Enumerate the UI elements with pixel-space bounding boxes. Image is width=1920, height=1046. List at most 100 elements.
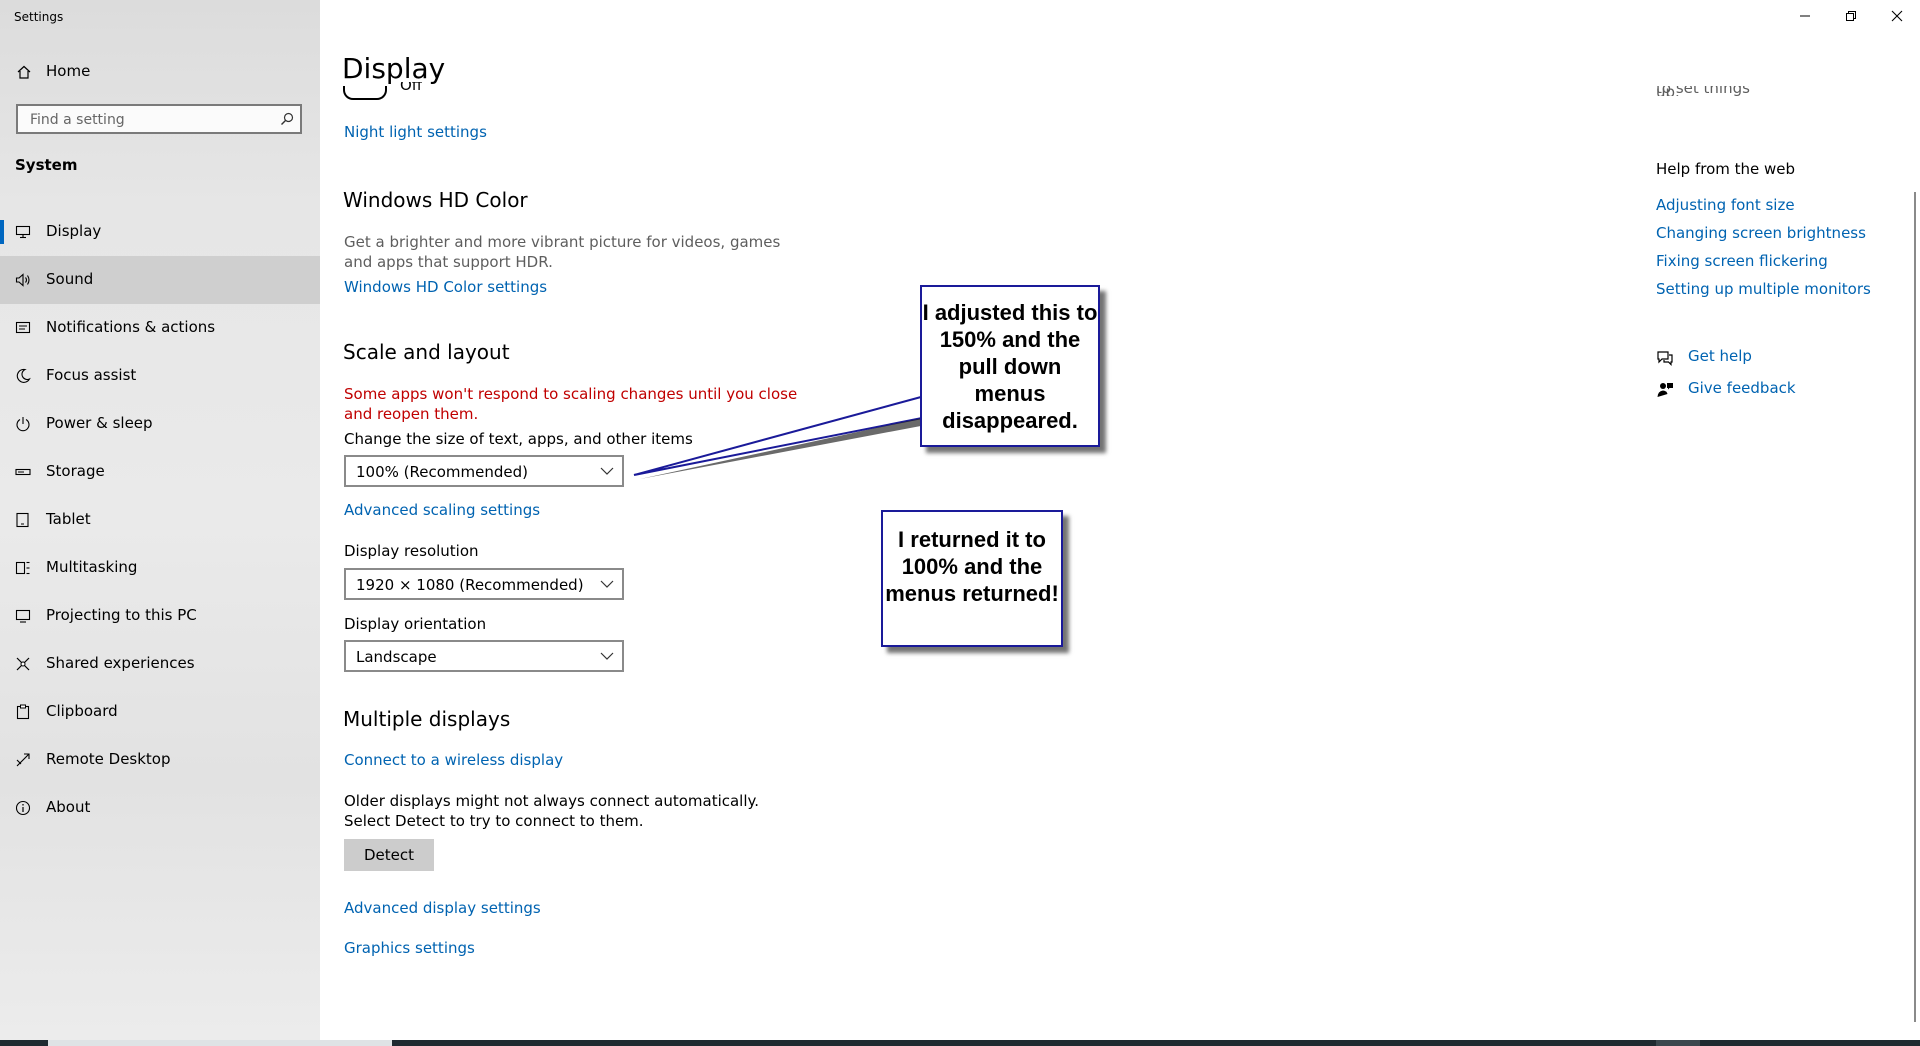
orientation-dropdown-value: Landscape <box>356 648 437 666</box>
callout-1-text: I adjusted this to 150% and the pull dow… <box>922 300 1098 433</box>
resolution-dropdown[interactable]: 1920 × 1080 (Recommended) <box>344 568 624 600</box>
sidebar-home[interactable]: Home <box>0 56 320 88</box>
hd-color-description: Get a brighter and more vibrant picture … <box>344 233 781 271</box>
clipboard-icon <box>16 704 30 720</box>
minimize-button[interactable] <box>1782 0 1828 32</box>
chevron-down-icon <box>600 652 614 660</box>
callout-2-text: I returned it to 100% and the menus retu… <box>885 527 1059 606</box>
multitasking-icon <box>15 561 30 575</box>
search-input[interactable] <box>28 110 272 130</box>
help-link-flickering[interactable]: Fixing screen flickering <box>1656 252 1828 270</box>
scrollbar[interactable] <box>1914 192 1916 1022</box>
help-link-multiple-monitors[interactable]: Setting up multiple monitors <box>1656 280 1871 298</box>
power-icon <box>16 417 30 432</box>
sidebar-nav: Display Sound Notifications & actions Fo… <box>0 208 320 832</box>
page-title: Display <box>342 52 446 85</box>
scale-layout-heading: Scale and layout <box>343 340 510 364</box>
get-help-action[interactable]: Get help <box>1656 347 1856 369</box>
sidebar-item-power-sleep[interactable]: Power & sleep <box>0 400 320 448</box>
sidebar-item-label: Power & sleep <box>46 414 153 432</box>
sidebar-item-notifications[interactable]: Notifications & actions <box>0 304 320 352</box>
orientation-dropdown[interactable]: Landscape <box>344 640 624 672</box>
sidebar-item-about[interactable]: About <box>0 784 320 832</box>
close-button[interactable] <box>1874 0 1920 32</box>
get-help-label: Get help <box>1688 347 1752 365</box>
chevron-down-icon <box>600 580 614 588</box>
sidebar-item-label: Sound <box>46 270 94 288</box>
rail-partial-text: to set things up. <box>1656 86 1750 96</box>
info-icon <box>15 800 31 816</box>
sidebar-item-label: Tablet <box>46 510 91 528</box>
get-help-icon <box>1657 351 1673 366</box>
sidebar-item-shared-experiences[interactable]: Shared experiences <box>0 640 320 688</box>
night-light-toggle[interactable] <box>343 86 387 100</box>
notification-icon <box>15 321 31 334</box>
taskbar-strip <box>0 1040 1920 1046</box>
speaker-icon <box>15 273 30 287</box>
sidebar-item-label: Storage <box>46 462 105 480</box>
sidebar-item-label: Multitasking <box>46 558 138 576</box>
taskbar-item <box>1656 1040 1700 1046</box>
restore-icon <box>1846 11 1856 21</box>
multiple-displays-heading: Multiple displays <box>343 707 511 731</box>
night-light-settings-link[interactable]: Night light settings <box>344 123 487 141</box>
give-feedback-action[interactable]: Give feedback <box>1656 379 1856 401</box>
sidebar-item-storage[interactable]: Storage <box>0 448 320 496</box>
minimize-icon <box>1800 15 1810 17</box>
help-link-brightness[interactable]: Changing screen brightness <box>1656 224 1866 242</box>
tablet-icon <box>16 512 29 528</box>
sidebar-item-label: Notifications & actions <box>46 318 216 336</box>
home-icon <box>17 65 31 79</box>
help-heading: Help from the web <box>1656 160 1796 178</box>
search-icon[interactable] <box>280 112 294 126</box>
sidebar-section-label: System <box>15 156 78 174</box>
sidebar-item-tablet[interactable]: Tablet <box>0 496 320 544</box>
toggle-state-label: Off <box>400 82 424 90</box>
scale-dropdown[interactable]: 100% (Recommended) <box>344 455 624 487</box>
graphics-settings-link[interactable]: Graphics settings <box>344 939 475 957</box>
storage-icon <box>15 468 31 476</box>
sidebar-item-label: Projecting to this PC <box>46 606 197 624</box>
sidebar-item-label: Focus assist <box>46 366 137 384</box>
taskbar-active-region <box>48 1040 392 1046</box>
remote-desktop-icon <box>16 753 30 767</box>
close-icon <box>1891 10 1903 22</box>
shared-experiences-icon <box>16 657 30 671</box>
resolution-dropdown-value: 1920 × 1080 (Recommended) <box>356 576 584 594</box>
sidebar-item-label: Clipboard <box>46 702 118 720</box>
sidebar-item-label: Shared experiences <box>46 654 195 672</box>
projecting-icon <box>15 609 31 623</box>
sidebar-item-projecting[interactable]: Projecting to this PC <box>0 592 320 640</box>
search-box[interactable] <box>16 104 302 134</box>
give-feedback-label: Give feedback <box>1688 379 1796 397</box>
detect-button[interactable]: Detect <box>344 839 434 871</box>
advanced-display-link[interactable]: Advanced display settings <box>344 899 541 917</box>
app-title: Settings <box>14 10 64 24</box>
sidebar-item-multitasking[interactable]: Multitasking <box>0 544 320 592</box>
sidebar-item-remote-desktop[interactable]: Remote Desktop <box>0 736 320 784</box>
chevron-down-icon <box>600 467 614 475</box>
monitor-icon <box>15 225 31 239</box>
moon-icon <box>16 368 31 383</box>
wireless-display-link[interactable]: Connect to a wireless display <box>344 751 563 769</box>
sidebar-item-label: Display <box>46 222 102 240</box>
restore-button[interactable] <box>1828 0 1874 32</box>
sidebar-item-focus-assist[interactable]: Focus assist <box>0 352 320 400</box>
orientation-label: Display orientation <box>344 615 487 633</box>
sidebar-item-clipboard[interactable]: Clipboard <box>0 688 320 736</box>
sidebar-item-sound[interactable]: Sound <box>0 256 320 304</box>
hd-color-heading: Windows HD Color <box>343 188 528 212</box>
scaling-warning: Some apps won't respond to scaling chang… <box>344 385 798 423</box>
sidebar-item-label: Remote Desktop <box>46 750 171 768</box>
settings-window: Settings Home System Display <box>0 0 1920 1046</box>
size-label: Change the size of text, apps, and other… <box>344 430 693 448</box>
help-link-font-size[interactable]: Adjusting font size <box>1656 196 1795 214</box>
sidebar-home-label: Home <box>46 62 91 80</box>
advanced-scaling-link[interactable]: Advanced scaling settings <box>344 501 540 519</box>
resolution-label: Display resolution <box>344 542 479 560</box>
callout-2: I returned it to 100% and the menus retu… <box>881 510 1063 647</box>
feedback-icon <box>1657 383 1673 397</box>
hd-color-settings-link[interactable]: Windows HD Color settings <box>344 278 547 296</box>
sidebar-item-display[interactable]: Display <box>0 208 320 256</box>
multiple-displays-description: Older displays might not always connect … <box>344 792 760 830</box>
